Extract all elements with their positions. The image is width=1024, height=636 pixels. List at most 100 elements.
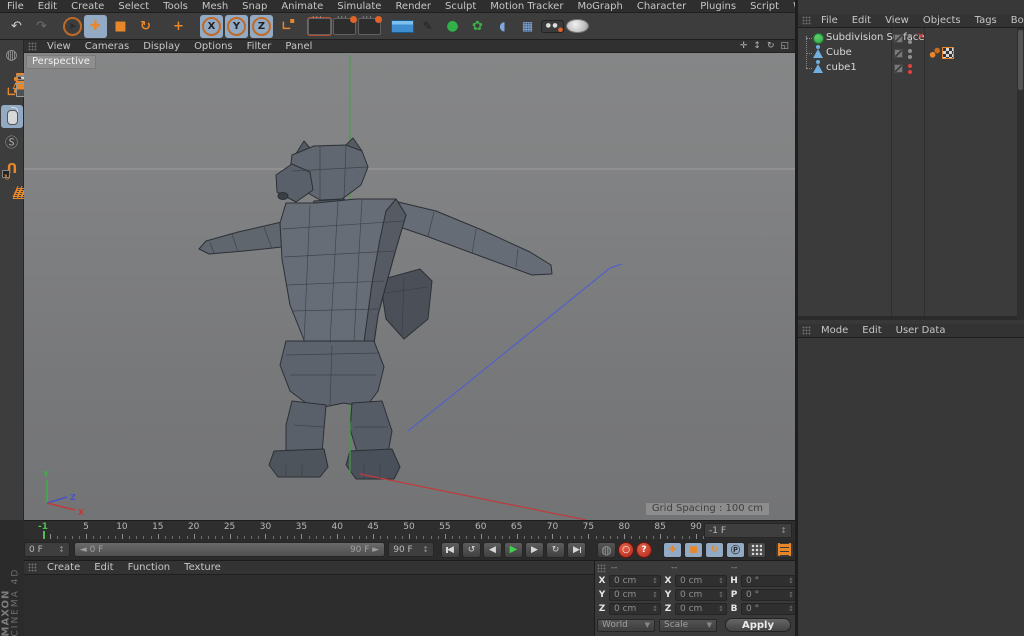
coord-field[interactable]: 0 cm↕ <box>675 575 727 587</box>
am-menu-edit[interactable]: Edit <box>855 325 888 336</box>
scale-icon[interactable]: ■ <box>109 15 132 38</box>
menu-motion-tracker[interactable]: Motion Tracker <box>483 1 570 12</box>
vp-menu-panel[interactable]: Panel <box>278 41 319 52</box>
panel-grip-icon[interactable] <box>597 564 606 573</box>
scrollbar-thumb[interactable] <box>1018 30 1023 90</box>
spline-pen-icon[interactable]: ✎ <box>416 15 439 38</box>
vp-menu-filter[interactable]: Filter <box>240 41 279 52</box>
stepper-icon[interactable]: ↕ <box>718 577 724 585</box>
coord-field[interactable]: 0 cm↕ <box>609 575 661 587</box>
menu-edit[interactable]: Edit <box>31 1 64 12</box>
menu-tools[interactable]: Tools <box>156 1 195 12</box>
stepper-icon[interactable]: ↕ <box>788 577 794 585</box>
z-axis-lock-icon[interactable]: Z <box>250 15 273 38</box>
stepper-icon[interactable]: ↕ <box>780 526 787 535</box>
editor-visibility-dot[interactable] <box>908 64 912 68</box>
render-visibility-dot[interactable] <box>908 40 912 44</box>
mat-menu-edit[interactable]: Edit <box>87 562 120 573</box>
om-menu-tags[interactable]: Tags <box>968 15 1004 26</box>
vp-menu-display[interactable]: Display <box>136 41 187 52</box>
layer-toggle-icon[interactable] <box>894 64 903 73</box>
vp-menu-cameras[interactable]: Cameras <box>78 41 136 52</box>
dolly-view-icon[interactable]: ↕ <box>750 41 764 51</box>
editor-visibility-dot[interactable] <box>908 34 912 38</box>
panel-grip-icon[interactable] <box>802 16 811 25</box>
timeline-window-button[interactable] <box>775 542 794 558</box>
keyframe-selection-button[interactable]: ? <box>636 542 652 558</box>
x-axis-lock-icon[interactable]: X <box>200 15 223 38</box>
timeline-range-slider[interactable]: ◄ 0 F 90 F ► <box>74 542 385 557</box>
om-menu-objects[interactable]: Objects <box>916 15 968 26</box>
stepper-icon[interactable]: ↕ <box>422 545 429 554</box>
deformer-icon[interactable]: ◖ <box>491 15 514 38</box>
viewport-solo-icon[interactable] <box>1 105 23 128</box>
panel-grip-icon[interactable] <box>28 42 37 51</box>
panel-grip-icon[interactable] <box>802 326 811 335</box>
autokeying-button[interactable]: ○ <box>618 542 634 558</box>
live-selection-icon[interactable]: ➤ <box>63 17 82 36</box>
camera-icon[interactable] <box>541 20 564 33</box>
y-axis-lock-icon[interactable]: Y <box>225 15 248 38</box>
record-objects-button[interactable]: ◍ <box>597 542 616 558</box>
menu-simulate[interactable]: Simulate <box>330 1 388 12</box>
start-frame-field[interactable]: 0 F↕ <box>24 542 70 557</box>
stepper-icon[interactable]: ↕ <box>718 591 724 599</box>
menu-plugins[interactable]: Plugins <box>693 1 743 12</box>
menu-mesh[interactable]: Mesh <box>195 1 235 12</box>
rotate-view-icon[interactable]: ↻ <box>764 41 778 51</box>
move-icon[interactable]: ✚ <box>84 15 107 38</box>
menu-snap[interactable]: Snap <box>235 1 274 12</box>
render-view-icon[interactable] <box>308 18 331 35</box>
object-row-subdivision-surface[interactable]: Subdivision Surface ✕ <box>798 31 1016 46</box>
coord-field[interactable]: 0 °↕ <box>741 603 797 615</box>
last-tool-icon[interactable]: + <box>167 15 190 38</box>
om-menu-edit[interactable]: Edit <box>845 15 878 26</box>
render-visibility-dot[interactable] <box>908 70 912 74</box>
play-button[interactable]: ▶ <box>504 542 523 558</box>
undo-icon[interactable]: ↶ <box>5 15 28 38</box>
array-icon[interactable]: ✿ <box>466 15 489 38</box>
generator-disabled-icon[interactable]: ✕ <box>917 32 925 42</box>
coordinate-system-dropdown[interactable]: World▼ <box>597 619 655 632</box>
menu-mograph[interactable]: MoGraph <box>570 1 629 12</box>
menu-create[interactable]: Create <box>64 1 111 12</box>
phong-tag-icon[interactable] <box>929 47 941 59</box>
light-icon[interactable] <box>566 19 589 33</box>
subdivision-surface-icon[interactable]: ● <box>441 15 464 38</box>
panel-grip-icon[interactable] <box>28 563 37 572</box>
vp-menu-options[interactable]: Options <box>187 41 240 52</box>
coord-field[interactable]: 0 °↕ <box>741 589 797 601</box>
pan-view-icon[interactable]: ✛ <box>737 41 751 51</box>
toggle-panel-icon[interactable]: ◱ <box>777 41 792 51</box>
coord-field[interactable]: 0 cm↕ <box>675 603 727 615</box>
stepper-icon[interactable]: ↕ <box>58 545 65 554</box>
object-label[interactable]: Cube <box>826 47 852 58</box>
am-menu-mode[interactable]: Mode <box>814 325 855 336</box>
menu-sculpt[interactable]: Sculpt <box>438 1 483 12</box>
render-to-picture-viewer-icon[interactable] <box>333 18 356 35</box>
key-pla-button[interactable] <box>747 542 766 558</box>
coord-field[interactable]: 0 cm↕ <box>609 589 661 601</box>
object-label[interactable]: cube1 <box>826 62 857 73</box>
object-row-cube1[interactable]: cube1 <box>798 61 1016 76</box>
coordinate-system-icon[interactable]: ∟ <box>275 15 298 38</box>
play-reverse-button[interactable]: ↺ <box>462 542 481 558</box>
loop-mode-button[interactable]: ↻ <box>546 542 565 558</box>
menu-select[interactable]: Select <box>111 1 156 12</box>
menu-render[interactable]: Render <box>388 1 438 12</box>
am-menu-user-data[interactable]: User Data <box>889 325 953 336</box>
snap-icon[interactable]: Ⓢ <box>1 130 23 153</box>
key-position-button[interactable]: ✚ <box>663 542 682 558</box>
add-cube-icon[interactable] <box>391 20 414 33</box>
current-frame-field[interactable]: -1 F↕ <box>704 523 792 538</box>
stepper-icon[interactable]: ↕ <box>788 605 794 613</box>
render-settings-icon[interactable] <box>358 18 381 35</box>
render-visibility-dot[interactable] <box>908 55 912 59</box>
menu-character[interactable]: Character <box>630 1 693 12</box>
stepper-icon[interactable]: ↕ <box>652 577 658 585</box>
make-editable-icon[interactable]: ◍ <box>1 43 23 66</box>
apply-button[interactable]: Apply <box>725 618 791 632</box>
redo-icon[interactable]: ↷ <box>30 15 53 38</box>
goto-start-button[interactable]: ◀ <box>441 542 460 558</box>
mat-menu-texture[interactable]: Texture <box>177 562 228 573</box>
